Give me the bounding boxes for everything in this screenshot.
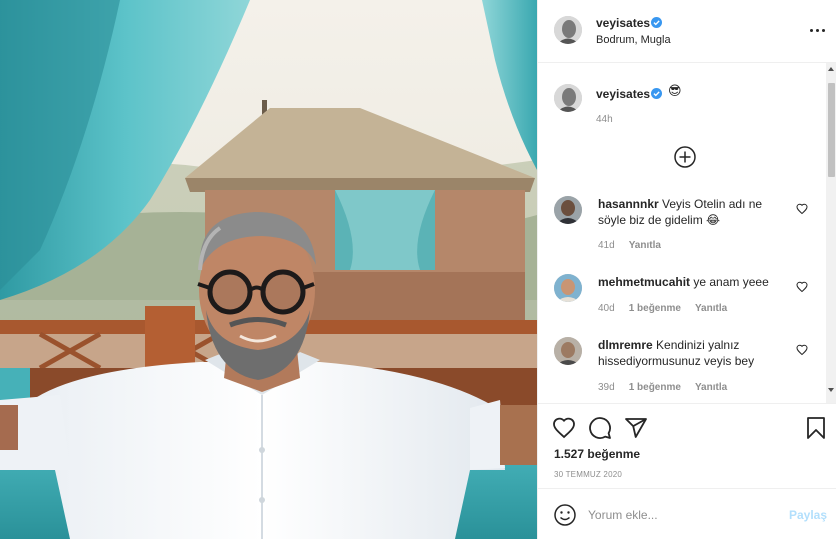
post-comment-button[interactable]: Paylaş bbox=[789, 508, 827, 522]
post-location[interactable]: Bodrum, Mugla bbox=[596, 34, 671, 46]
comment-like-heart-icon[interactable] bbox=[796, 203, 808, 215]
post-photo[interactable] bbox=[0, 0, 537, 539]
verified-badge-icon bbox=[651, 17, 662, 28]
avatar[interactable] bbox=[554, 337, 582, 365]
scrollbar-thumb[interactable] bbox=[828, 83, 835, 177]
avatar[interactable] bbox=[554, 84, 582, 112]
comment-like-heart-icon[interactable] bbox=[796, 344, 808, 356]
comments-scrollbar[interactable] bbox=[826, 63, 836, 403]
heart-icon[interactable] bbox=[552, 416, 576, 440]
comment-item: mehmetmucahit ye anam yeee 40d 1 beğenme Y… bbox=[538, 274, 828, 319]
more-options-button[interactable] bbox=[808, 22, 828, 38]
comment-username[interactable]: mehmetmucahit bbox=[598, 275, 690, 289]
comment-likes[interactable]: 1 beğenme bbox=[629, 382, 681, 393]
avatar[interactable] bbox=[554, 16, 582, 44]
reply-button[interactable]: Yanıtla bbox=[695, 382, 727, 393]
post-author-username[interactable]: veyisates bbox=[596, 16, 650, 30]
caption-text: 😎 bbox=[668, 84, 682, 99]
bookmark-icon[interactable] bbox=[804, 416, 828, 440]
post-image bbox=[0, 0, 537, 539]
reply-button[interactable]: Yanıtla bbox=[629, 240, 661, 251]
more-horizontal-icon bbox=[810, 29, 813, 32]
post-date[interactable]: 30 TEMMUZ 2020 bbox=[554, 470, 622, 479]
comment-likes[interactable]: 1 beğenme bbox=[629, 303, 681, 314]
avatar[interactable] bbox=[554, 196, 582, 224]
comment-time[interactable]: 39d bbox=[598, 382, 615, 393]
add-comment-bar: Paylaş bbox=[538, 488, 836, 539]
load-more-comments-icon[interactable] bbox=[674, 146, 696, 168]
comment-time[interactable]: 41d bbox=[598, 240, 615, 251]
likes-count[interactable]: 1.527 beğenme bbox=[554, 447, 640, 461]
reply-button[interactable]: Yanıtla bbox=[695, 303, 727, 314]
comment-item: hasannnkr Veyis Otelin adı ne söyle biz … bbox=[538, 196, 828, 256]
caption-time[interactable]: 44h bbox=[596, 114, 613, 125]
comment-time[interactable]: 40d bbox=[598, 303, 615, 314]
paper-plane-icon[interactable] bbox=[624, 416, 648, 440]
comment-text: ye anam yeee bbox=[693, 275, 769, 289]
comment-like-heart-icon[interactable] bbox=[796, 281, 808, 293]
verified-badge-icon bbox=[651, 88, 662, 99]
comment-username[interactable]: dlmremre bbox=[598, 338, 653, 352]
scroll-up-arrow-icon[interactable] bbox=[828, 67, 834, 71]
speech-bubble-icon[interactable] bbox=[588, 416, 612, 440]
post-actions: 1.527 beğenme 30 TEMMUZ 2020 bbox=[538, 403, 836, 488]
comment-input[interactable] bbox=[588, 503, 778, 527]
scroll-down-arrow-icon[interactable] bbox=[828, 388, 834, 392]
caption-username[interactable]: veyisates bbox=[596, 87, 650, 101]
comments-list[interactable]: veyisates 😎 44h hasannnkr Veyis Otelin a… bbox=[538, 63, 836, 403]
avatar[interactable] bbox=[554, 274, 582, 302]
post-details-panel: veyisates Bodrum, Mugla veyisates 😎 44h … bbox=[537, 0, 836, 539]
comment-username[interactable]: hasannnkr bbox=[598, 197, 659, 211]
smiley-icon[interactable] bbox=[553, 503, 577, 527]
post-header: veyisates Bodrum, Mugla bbox=[538, 0, 836, 63]
comment-item: dlmremre Kendinizi yalnız hissediyormusu… bbox=[538, 337, 828, 397]
